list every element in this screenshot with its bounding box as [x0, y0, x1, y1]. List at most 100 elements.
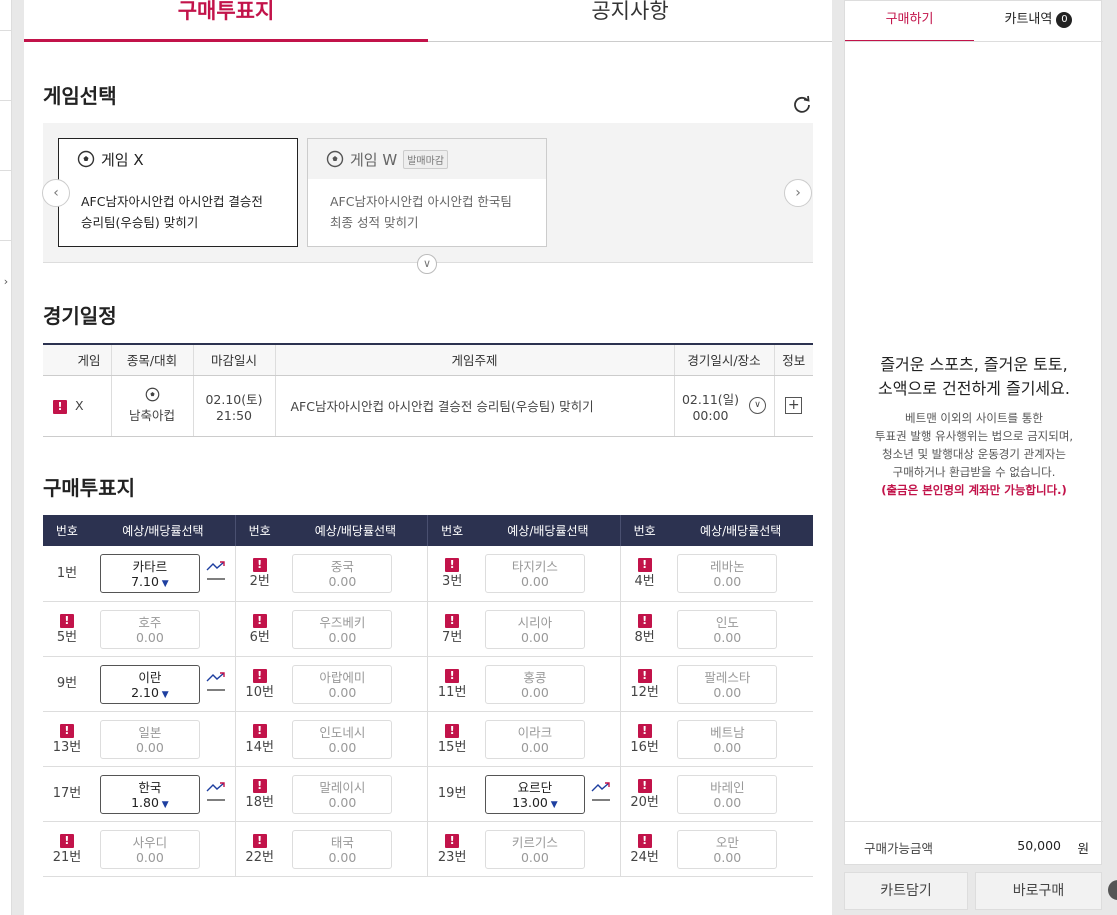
odds-select[interactable]: 키르기스 0.00	[484, 829, 585, 869]
team-name: 키르기스	[511, 834, 558, 850]
divider	[845, 41, 1103, 42]
game-cell: ! X	[43, 375, 111, 437]
main-panel: 구매투표지 공지사항 게임선택 게임 X AFC남자아시안컵 아시안컵 결승전 …	[24, 0, 832, 915]
odds-select[interactable]: 요르단 13.00 ▼	[484, 774, 585, 814]
odds-select[interactable]: 타지키스 0.00	[484, 554, 585, 593]
odds-select[interactable]: 베트남 0.00	[677, 719, 778, 759]
odds-select[interactable]: 바레인 0.00	[677, 774, 778, 814]
team-name: 이란	[138, 669, 162, 685]
team-name: 레바논	[710, 559, 745, 574]
odds-value: 0.00	[328, 739, 357, 755]
tab-purchase-slip[interactable]: 구매투표지	[24, 0, 428, 42]
add-to-cart-button[interactable]: 카트담기	[844, 872, 968, 910]
number-cell: 19번	[427, 766, 476, 822]
table-row: 9번 이란 2.10 ▼! 10번 아랍에미 0.00! 11번 홍콩 0.00! 12번 팔레스타…	[43, 656, 813, 712]
odds-value: 0.00	[135, 629, 164, 645]
slip-body: 1번 카타르 7.10 ▼! 2번 중국 0.00! 3번 타지키스 0.00! 4번 레바논 0.0…	[43, 546, 813, 877]
alert-icon: !	[252, 613, 267, 628]
alert-icon: !	[637, 723, 652, 738]
odds-trend-icon[interactable]	[591, 781, 611, 803]
scroll-handle[interactable]	[1108, 880, 1117, 900]
carousel-next-button[interactable]: ›	[784, 179, 812, 207]
game-desc-line: 승리팀(우승팀) 맞히기	[81, 215, 199, 230]
deadline-cell: 02.10(토) 21:50	[192, 375, 275, 437]
game-carousel: 게임 X AFC남자아시안컵 아시안컵 결승전 승리팀(우승팀) 맞히기 게임 …	[42, 123, 813, 263]
number-label: 14번	[245, 739, 274, 755]
odds-value: 0.00	[135, 739, 164, 755]
odds-select[interactable]: 인도 0.00	[677, 609, 778, 649]
number-label: 18번	[245, 794, 274, 810]
divider	[0, 240, 12, 241]
number-label: 13번	[52, 739, 82, 755]
carousel-prev-button[interactable]: ‹	[42, 179, 70, 207]
odds-select[interactable]: 사우디 0.00	[99, 829, 200, 869]
table-header-row: 게임 종목/대회 마감일시 게임주제 경기일시/장소 정보	[43, 343, 813, 376]
odds-select[interactable]: 팔레스타 0.00	[677, 664, 778, 704]
odds-select[interactable]: 아랍에미 0.00	[292, 664, 393, 704]
buy-now-button[interactable]: 바로구매	[975, 872, 1102, 910]
team-name: 요르단	[517, 779, 553, 795]
team-name: 카타르	[132, 559, 168, 574]
refresh-icon[interactable]	[792, 94, 812, 114]
col-header: 번호	[235, 515, 284, 546]
amount-label: 구매가능금액	[864, 841, 934, 856]
tab-notice[interactable]: 공지사항	[428, 0, 832, 42]
odds-trend-icon[interactable]	[206, 671, 226, 693]
odds-select[interactable]: 카타르 7.10 ▼	[99, 554, 200, 593]
number-label: 17번	[52, 786, 82, 801]
odds-select[interactable]: 이란 2.10 ▼	[99, 664, 200, 704]
team-name: 인도네시	[319, 724, 366, 740]
odds-select[interactable]: 태국 0.00	[292, 829, 393, 869]
col-header: 예상/배당률선택	[475, 515, 621, 546]
location-pin-icon[interactable]: ∨	[749, 397, 767, 414]
odds-select[interactable]: 오만 0.00	[677, 829, 778, 869]
team-name: 우즈베키	[319, 614, 366, 630]
topic-cell: AFC남자아시안컵 아시안컵 결승전 승리팀(우승팀) 맞히기	[274, 375, 674, 437]
alert-icon: !	[445, 613, 460, 628]
alert-icon: !	[637, 778, 652, 793]
chevron-down-icon[interactable]: ∨	[417, 254, 437, 274]
odds-select[interactable]: 한국 1.80 ▼	[99, 774, 200, 814]
odds-value: 0.00	[713, 684, 742, 700]
chevron-right-icon[interactable]: ›	[0, 272, 12, 292]
col-header: 번호	[427, 515, 476, 546]
game-card-w[interactable]: 게임 W 발매마감 AFC남자아시안컵 아시안컵 한국팀 최종 성적 맞히기	[307, 138, 547, 247]
odds-select[interactable]: 레바논 0.00	[677, 554, 778, 593]
odds-trend-icon[interactable]	[206, 560, 226, 582]
sport-name: 남축아컵	[128, 408, 175, 423]
game-id: X	[74, 397, 84, 413]
odds-select[interactable]: 말레이시 0.00	[292, 774, 393, 814]
number-cell: ! 4번	[620, 546, 669, 602]
number-label: 22번	[245, 849, 274, 865]
team-name: 말레이시	[319, 779, 366, 795]
caret-down-icon: ▼	[547, 799, 558, 810]
odds-trend-icon[interactable]	[206, 781, 226, 803]
sale-closed-badge: 발매마감	[403, 149, 449, 169]
main-tabs: 구매투표지 공지사항	[24, 0, 832, 42]
number-cell: ! 21번	[43, 821, 91, 877]
pick-cell: 태국 0.00	[283, 821, 429, 877]
odds-select[interactable]: 호주 0.00	[99, 609, 200, 649]
odds-select[interactable]: 우즈베키 0.00	[292, 609, 393, 649]
number-label: 7번	[442, 629, 463, 645]
odds-select[interactable]: 이라크 0.00	[484, 719, 585, 759]
odds-select[interactable]: 시리아 0.00	[484, 609, 585, 649]
odds-select[interactable]: 중국 0.00	[292, 554, 393, 593]
alert-icon: !	[53, 399, 67, 414]
number-cell: ! 15번	[427, 711, 476, 767]
pick-cell: 요르단 13.00 ▼	[475, 766, 621, 822]
tab-buy[interactable]: 구매하기	[845, 1, 974, 42]
pick-cell: 인도 0.00	[668, 601, 813, 657]
info-plus-button[interactable]: +	[785, 397, 803, 414]
caret-down-icon: ▼	[158, 799, 169, 810]
game-card-x[interactable]: 게임 X AFC남자아시안컵 아시안컵 결승전 승리팀(우승팀) 맞히기	[58, 138, 298, 247]
odds-select[interactable]: 일본 0.00	[99, 719, 200, 759]
alert-icon: !	[59, 613, 74, 628]
odds-select[interactable]: 인도네시 0.00	[292, 719, 393, 759]
slip-title: 구매투표지	[43, 476, 135, 500]
tab-cart[interactable]: 카트내역 0	[974, 1, 1103, 42]
game-desc: AFC남자아시안컵 아시안컵 한국팀 최종 성적 맞히기	[308, 179, 546, 245]
odds-value: 0.00	[328, 794, 357, 810]
odds-select[interactable]: 홍콩 0.00	[484, 664, 585, 704]
odds-value: 1.80	[131, 794, 159, 810]
